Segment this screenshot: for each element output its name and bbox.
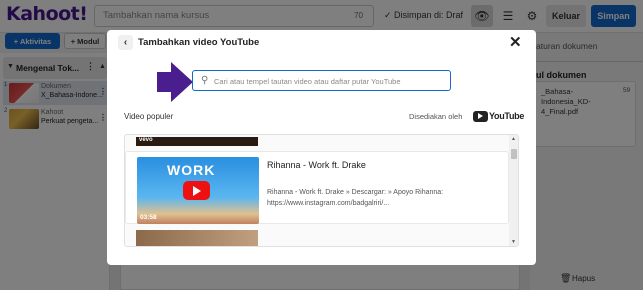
dialog-title: Tambahkan video YouTube [138,37,260,48]
add-youtube-video-dialog: ‹ Tambahkan video YouTube ✕ ⚲ Cari atau … [107,30,536,265]
play-icon[interactable] [183,181,210,200]
thumbnail-text: WORK [167,162,216,178]
back-chevron-icon[interactable]: ‹ [118,35,133,50]
video-duration: 03:58 [140,214,157,221]
search-placeholder: Cari atau tempel tautan video atau dafta… [214,77,401,86]
provided-by-label: Disediakan oleh [409,112,463,121]
video-description: Rihanna - Work ft. Drake » Descargar: » … [267,189,444,207]
scrollbar-thumb[interactable] [511,149,517,159]
close-icon[interactable]: ✕ [509,33,522,51]
scroll-up-icon[interactable]: ▲ [511,136,516,142]
thumbnail-text: vevo [139,137,153,143]
video-results-list: vevo WORK 03:58 Rihanna - Work ft. Drake… [124,134,519,247]
video-result-card[interactable]: WORK 03:58 Rihanna - Work ft. Drake Riha… [125,151,509,224]
video-thumbnail[interactable] [136,230,258,246]
popular-videos-label: Video populer [124,112,174,121]
youtube-logo-text: YouTube [489,111,525,121]
results-scrollbar[interactable]: ▲ ▼ [509,135,518,246]
youtube-play-icon [473,110,488,122]
search-icon: ⚲ [201,75,209,86]
youtube-logo: YouTube [473,110,524,122]
video-title[interactable]: Rihanna - Work ft. Drake [267,160,366,170]
scroll-down-icon[interactable]: ▼ [511,239,516,245]
youtube-search-input[interactable]: ⚲ Cari atau tempel tautan video atau daf… [192,70,451,91]
video-thumbnail[interactable]: WORK 03:58 [137,157,259,224]
pointer-arrow-icon [157,62,193,102]
video-thumbnail[interactable]: vevo [136,137,258,146]
